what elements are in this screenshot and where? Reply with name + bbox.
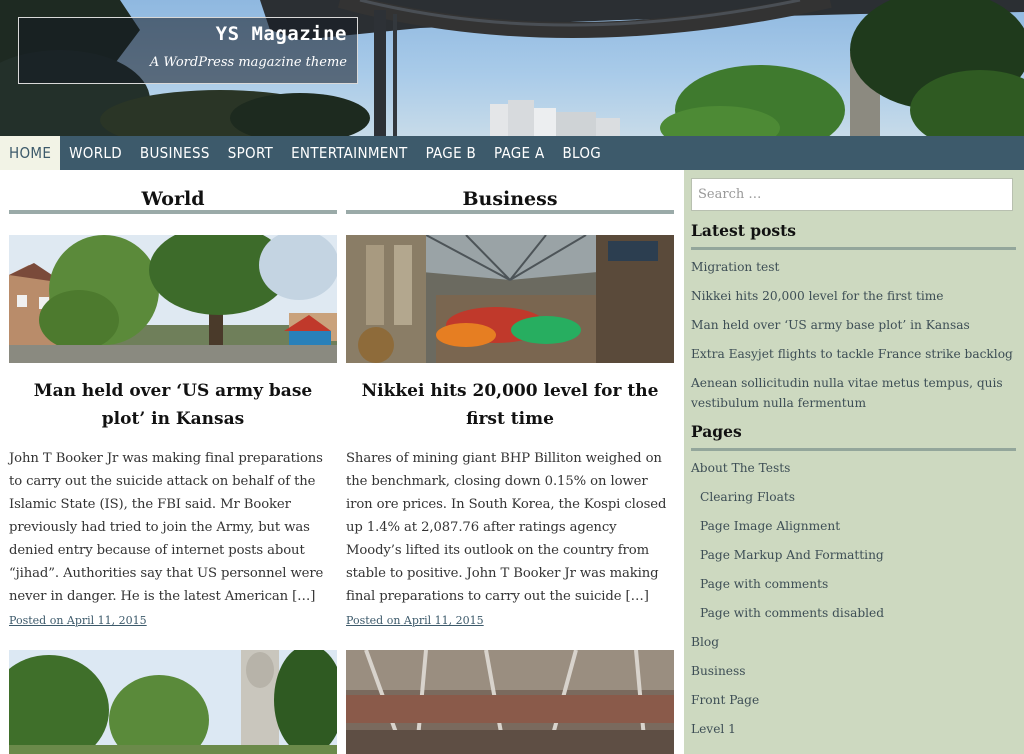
nav-item-world[interactable]: WORLD — [60, 136, 131, 170]
post-thumbnail[interactable] — [346, 235, 674, 363]
latest-post-link[interactable]: Extra Easyjet flights to tackle France s… — [691, 344, 1016, 364]
latest-post-link[interactable]: Aenean sollicitudin nulla vitae metus te… — [691, 373, 1016, 413]
category-heading[interactable]: World — [9, 170, 337, 214]
nav-item-business[interactable]: BUSINESS — [131, 136, 219, 170]
nav-item-blog[interactable]: BLOG — [554, 136, 611, 170]
post-thumbnail[interactable] — [9, 235, 337, 363]
post-excerpt: Shares of mining giant BHP Billiton weig… — [346, 451, 667, 604]
latest-post-link[interactable]: Nikkei hits 20,000 level for the first t… — [691, 286, 1016, 306]
nav-item-page-a[interactable]: PAGE A — [485, 136, 553, 170]
main-navigation: HOME WORLD BUSINESS SPORT ENTERTAINMENT … — [0, 136, 1024, 170]
post-title-link[interactable]: Man held over ‘US army base plot’ in Kan… — [9, 377, 337, 433]
site-header: YS Magazine A WordPress magazine theme — [0, 0, 1024, 136]
page-link-comments-disabled[interactable]: Page with comments disabled — [691, 603, 1016, 623]
nav-item-home[interactable]: HOME — [0, 136, 61, 170]
post-date-link[interactable]: April 11, 2015 — [67, 614, 147, 627]
page-link-clearing-floats[interactable]: Clearing Floats — [691, 487, 1016, 507]
latest-posts-list: Migration test Nikkei hits 20,000 level … — [691, 257, 1016, 413]
nav-item-entertainment[interactable]: ENTERTAINMENT — [282, 136, 416, 170]
post-meta: Posted on April 11, 2015 — [9, 614, 337, 627]
page-link-about-the-tests[interactable]: About The Tests — [691, 458, 1016, 478]
page-link-markup-formatting[interactable]: Page Markup And Formatting — [691, 545, 1016, 565]
post-thumbnail[interactable] — [346, 650, 674, 754]
post-thumbnail[interactable] — [9, 650, 337, 754]
park-statue-photo — [9, 650, 337, 754]
pages-list: About The Tests Clearing Floats Page Ima… — [691, 458, 1016, 739]
post-date-link[interactable]: April 11, 2015 — [404, 614, 484, 627]
page-link-business[interactable]: Business — [691, 661, 1016, 681]
post-excerpt: John T Booker Jr was making final prepar… — [9, 451, 324, 604]
pages-heading: Pages — [691, 422, 1016, 451]
page-link-blog[interactable]: Blog — [691, 632, 1016, 652]
page-link-with-comments[interactable]: Page with comments — [691, 574, 1016, 594]
category-heading[interactable]: Business — [346, 170, 674, 214]
latest-post-link[interactable]: Man held over ‘US army base plot’ in Kan… — [691, 315, 1016, 335]
page-link-front-page[interactable]: Front Page — [691, 690, 1016, 710]
search-input[interactable] — [691, 178, 1013, 211]
main-content: World Man held over ‘US army base plot’ … — [9, 170, 675, 754]
post-title-link[interactable]: Nikkei hits 20,000 level for the first t… — [346, 377, 674, 433]
post-meta-prefix: Posted on — [346, 614, 401, 627]
page-link-level-1[interactable]: Level 1 — [691, 719, 1016, 739]
latest-posts-heading: Latest posts — [691, 221, 1016, 250]
street-with-trees-photo — [9, 235, 337, 363]
sidebar: Latest posts Migration test Nikkei hits … — [684, 170, 1024, 754]
site-tagline: A WordPress magazine theme — [149, 55, 347, 70]
category-column-world: World Man held over ‘US army base plot’ … — [9, 170, 337, 627]
site-branding[interactable]: YS Magazine A WordPress magazine theme — [18, 17, 358, 84]
bicycle-closeup-photo — [346, 650, 674, 754]
nav-item-sport[interactable]: SPORT — [219, 136, 282, 170]
latest-post-link[interactable]: Migration test — [691, 257, 1016, 277]
post-meta: Posted on April 11, 2015 — [346, 614, 674, 627]
post-meta-prefix: Posted on — [9, 614, 64, 627]
nav-item-page-b[interactable]: PAGE B — [417, 136, 485, 170]
category-column-business: Business Nikkei hits 20,000 level for th… — [346, 170, 674, 627]
site-title[interactable]: YS Magazine — [216, 23, 347, 45]
page-link-image-alignment[interactable]: Page Image Alignment — [691, 516, 1016, 536]
market-hall-photo — [346, 235, 674, 363]
